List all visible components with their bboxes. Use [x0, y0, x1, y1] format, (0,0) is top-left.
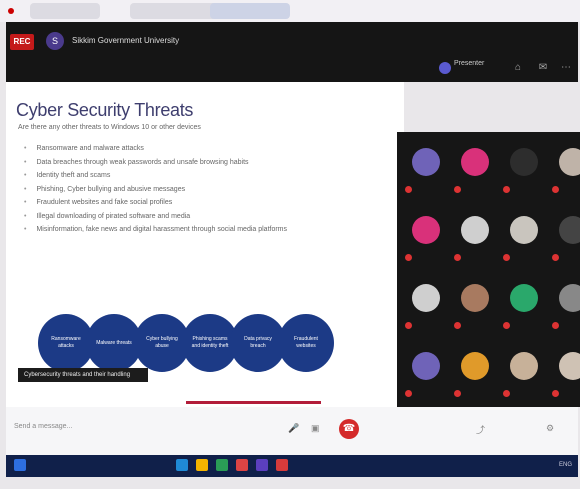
participant-avatar	[510, 148, 538, 176]
muted-mic-icon	[503, 322, 510, 329]
slide-bullet: Fraudulent websites and fake social prof…	[24, 199, 287, 213]
participant-tile[interactable]	[550, 346, 580, 408]
chrome-icon[interactable]	[236, 459, 248, 471]
participant-avatar	[559, 284, 580, 312]
presenter-avatar	[439, 62, 451, 74]
muted-mic-icon	[552, 186, 559, 193]
muted-mic-icon	[454, 254, 461, 261]
participant-avatar	[461, 352, 489, 380]
participant-avatar	[412, 216, 440, 244]
browser-tab[interactable]	[30, 3, 100, 19]
muted-mic-icon	[454, 390, 461, 397]
slide-subtitle: Are there any other threats to Windows 1…	[18, 124, 201, 131]
participant-tile[interactable]	[452, 210, 498, 272]
participant-tile[interactable]	[403, 346, 449, 408]
muted-mic-icon	[454, 322, 461, 329]
record-dot-icon	[8, 8, 14, 14]
muted-mic-icon	[503, 390, 510, 397]
muted-mic-icon	[552, 390, 559, 397]
taskbar: ENG	[6, 455, 578, 477]
muted-mic-icon	[405, 390, 412, 397]
settings-icon[interactable]: ⚙	[546, 423, 554, 434]
participant-tile[interactable]	[501, 142, 547, 204]
muted-mic-icon	[552, 322, 559, 329]
slide-title: Cyber Security Threats	[16, 100, 194, 120]
mic-icon[interactable]: 🎤	[288, 423, 299, 434]
meeting-title: Sikkim Government University	[72, 36, 180, 45]
share-icon[interactable]: ⤴	[476, 423, 485, 436]
muted-mic-icon	[454, 186, 461, 193]
participant-tile[interactable]	[501, 210, 547, 272]
participant-tile[interactable]	[550, 210, 580, 272]
participant-tile[interactable]	[501, 346, 547, 408]
participant-tile[interactable]	[452, 278, 498, 340]
store-icon[interactable]	[216, 459, 228, 471]
participant-avatar	[461, 148, 489, 176]
participant-avatar	[412, 352, 440, 380]
participant-tile[interactable]	[452, 142, 498, 204]
slide-bullet: Data breaches through weak passwords and…	[24, 159, 287, 173]
slide-caption: Cybersecurity threats and their handling	[18, 368, 148, 382]
slide-bullet-list: Ransomware and malware attacks Data brea…	[24, 145, 287, 240]
start-icon[interactable]	[14, 459, 26, 471]
meeting-avatar: S	[46, 32, 64, 50]
participant-tile[interactable]	[403, 278, 449, 340]
slide-bullet: Identity theft and scams	[24, 172, 287, 186]
slide-bullet: Misinformation, fake news and digital ha…	[24, 226, 287, 240]
presenter-name: Presenter	[454, 60, 485, 67]
rec-badge: REC	[10, 34, 34, 50]
participant-avatar	[461, 284, 489, 312]
participant-avatar	[412, 148, 440, 176]
camera-icon[interactable]: ▣	[311, 423, 320, 434]
participant-tile[interactable]	[403, 210, 449, 272]
participant-tile[interactable]	[550, 278, 580, 340]
shared-slide: Cyber Security Threats Are there any oth…	[6, 82, 404, 407]
participant-avatar	[461, 216, 489, 244]
muted-mic-icon	[503, 254, 510, 261]
muted-mic-icon	[552, 254, 559, 261]
slide-bullet: Ransomware and malware attacks	[24, 145, 287, 159]
participant-tile[interactable]	[550, 142, 580, 204]
browser-tab-strip	[0, 0, 580, 22]
browser-tab-active[interactable]	[210, 3, 290, 19]
meeting-header: REC S Sikkim Government University Prese…	[6, 22, 578, 82]
app-icon[interactable]	[276, 459, 288, 471]
participant-grid	[397, 132, 580, 407]
threat-circle: Fraudulent websites	[278, 314, 334, 372]
participant-avatar	[510, 352, 538, 380]
meeting-app-icon[interactable]	[256, 459, 268, 471]
muted-mic-icon	[405, 254, 412, 261]
participant-tile[interactable]	[403, 142, 449, 204]
participant-avatar	[510, 216, 538, 244]
muted-mic-icon	[503, 186, 510, 193]
participant-avatar	[510, 284, 538, 312]
slide-bullet: Illegal downloading of pirated software …	[24, 213, 287, 227]
participant-avatar	[559, 148, 580, 176]
participant-avatar	[412, 284, 440, 312]
message-input[interactable]: Send a message...	[14, 423, 72, 430]
end-call-button[interactable]: ☎	[339, 419, 359, 439]
participant-avatar	[559, 352, 580, 380]
slide-progress-bar	[186, 401, 321, 404]
meeting-footer: Send a message... 🎤 ▣ ☎ ⤴ ⚙	[6, 407, 578, 455]
muted-mic-icon	[405, 322, 412, 329]
more-options-icon[interactable]: ⋯	[559, 62, 573, 74]
tray-language: ENG	[558, 462, 572, 468]
participant-tile[interactable]	[452, 346, 498, 408]
browser-tab[interactable]	[130, 3, 220, 19]
people-icon[interactable]: ⌂	[511, 62, 525, 74]
participant-avatar	[559, 216, 580, 244]
edge-icon[interactable]	[176, 459, 188, 471]
folder-icon[interactable]	[196, 459, 208, 471]
participant-tile[interactable]	[501, 278, 547, 340]
chat-icon[interactable]: ✉	[536, 62, 550, 74]
muted-mic-icon	[405, 186, 412, 193]
slide-bullet: Phishing, Cyber bullying and abusive mes…	[24, 186, 287, 200]
